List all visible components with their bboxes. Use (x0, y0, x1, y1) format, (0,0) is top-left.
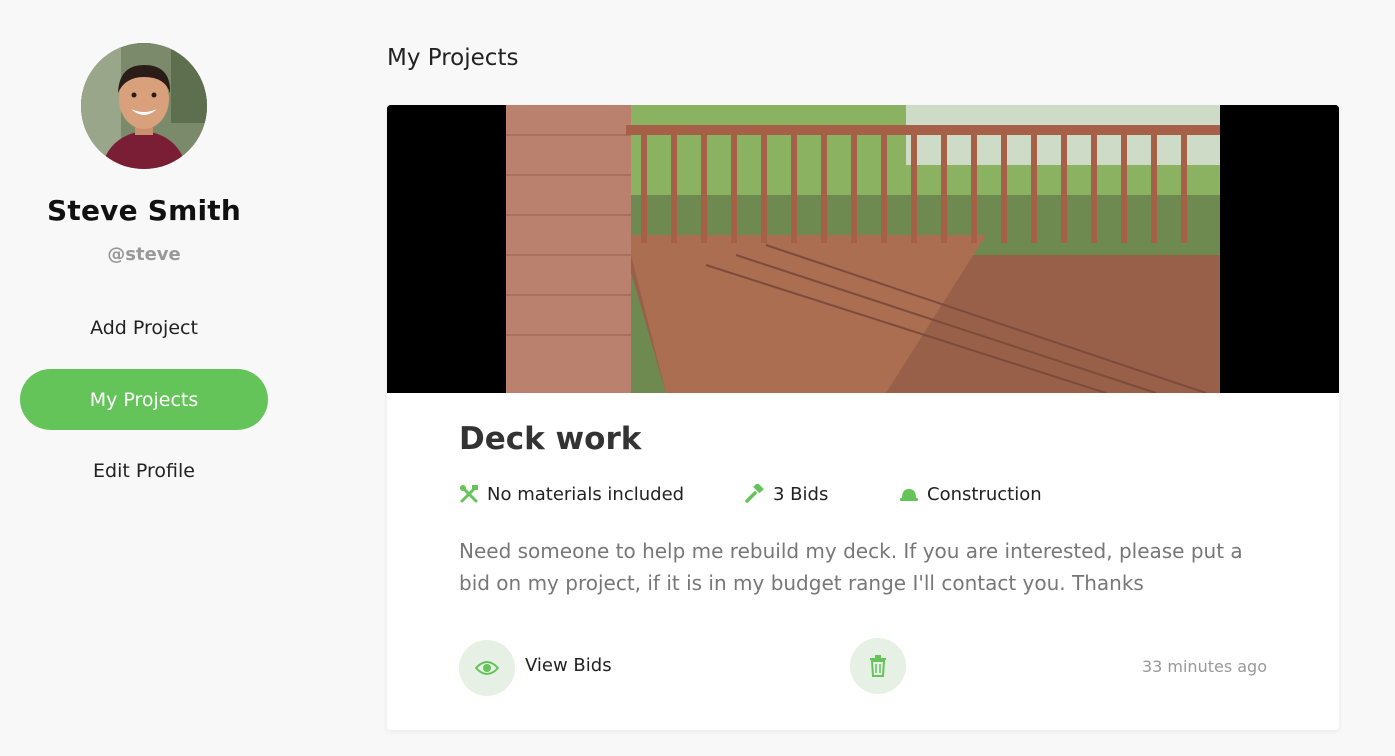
page-title: My Projects (387, 45, 519, 71)
materials-info: No materials included (459, 483, 684, 505)
materials-label: No materials included (487, 483, 685, 505)
view-bids-label[interactable]: View Bids (525, 655, 612, 676)
nav-item-edit-profile[interactable]: Edit Profile (20, 440, 268, 501)
user-handle: @steve (107, 244, 181, 265)
nav-item-add-project[interactable]: Add Project (20, 297, 268, 358)
avatar[interactable] (81, 43, 207, 169)
project-timestamp: 33 minutes ago (1141, 657, 1267, 676)
view-bids-button[interactable] (459, 640, 515, 696)
bids-label: 3 Bids (773, 483, 829, 505)
nav-item-my-projects[interactable]: My Projects (20, 369, 268, 430)
project-description: Need someone to help me rebuild my deck.… (459, 539, 1243, 595)
project-title: Deck work (459, 421, 642, 457)
hard-hat-icon (899, 483, 921, 505)
user-name: Steve Smith (47, 194, 241, 227)
trash-icon (870, 655, 886, 677)
tools-icon (459, 483, 481, 505)
sidebar: Steve Smith @steve Add Project My Projec… (0, 0, 288, 756)
eye-icon (475, 661, 499, 675)
project-image (387, 105, 1339, 394)
category-label: Construction (927, 483, 1042, 505)
avatar-photo (81, 43, 207, 169)
delete-project-button[interactable] (850, 638, 906, 694)
gavel-icon (745, 483, 767, 505)
project-card: Deck work No materials included 3 Bids C… (387, 105, 1339, 730)
bids-info: 3 Bids (745, 483, 828, 505)
category-info: Construction (899, 483, 1042, 505)
